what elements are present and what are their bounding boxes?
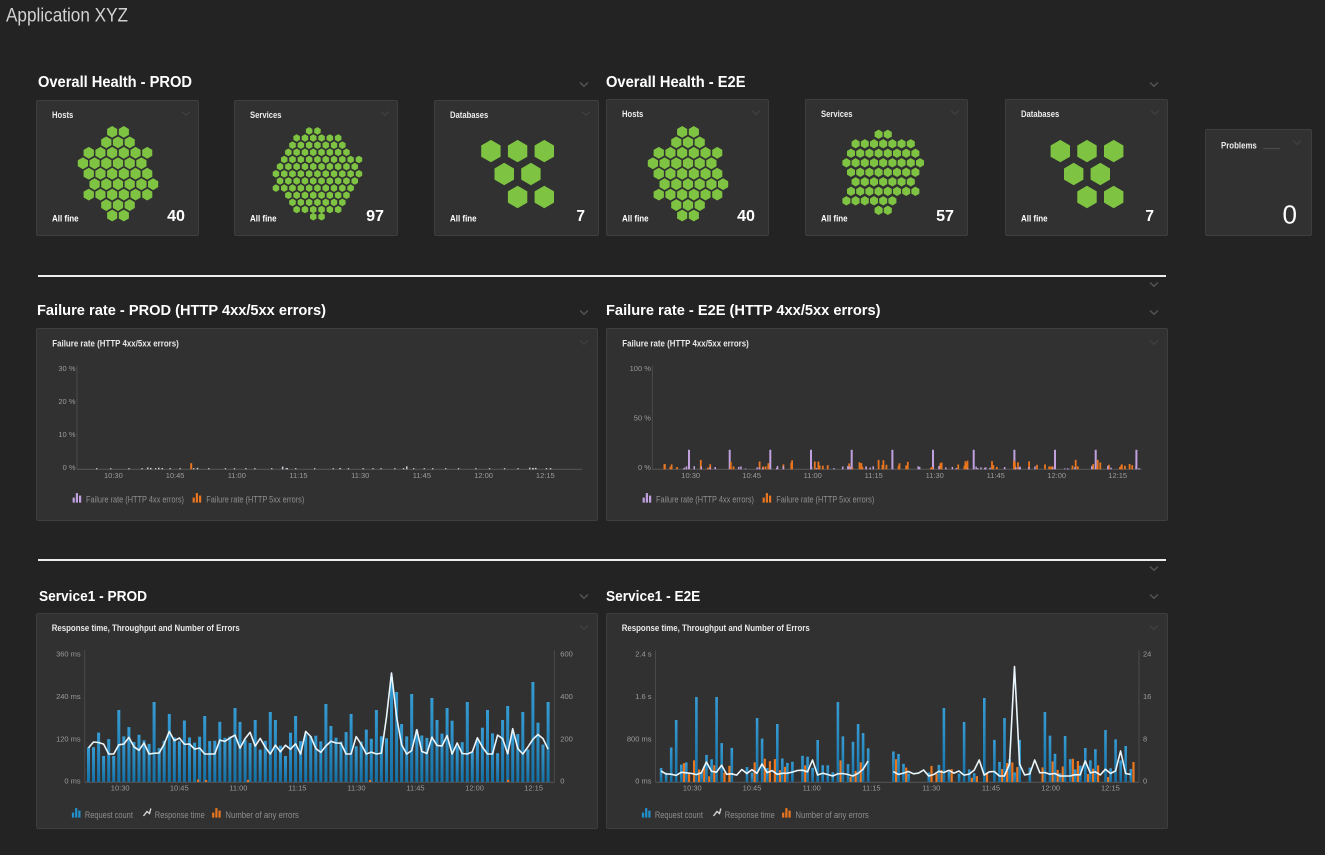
- svg-text:10:45: 10:45: [166, 471, 185, 480]
- svg-text:Response time: Response time: [155, 810, 205, 820]
- svg-text:12:00: 12:00: [1047, 471, 1066, 480]
- svg-text:12:15: 12:15: [1101, 784, 1120, 793]
- svg-text:0 %: 0 %: [63, 463, 76, 472]
- svg-text:240 ms: 240 ms: [56, 692, 81, 701]
- svg-text:Failure rate - E2E (HTTP 4xx/5: Failure rate - E2E (HTTP 4xx/5xx errors): [606, 302, 881, 319]
- svg-text:0 ms: 0 ms: [64, 777, 81, 786]
- svg-text:360 ms: 360 ms: [56, 650, 81, 659]
- svg-text:Application XYZ: Application XYZ: [6, 6, 128, 27]
- svg-text:All fine: All fine: [1021, 213, 1048, 224]
- svg-text:12:15: 12:15: [524, 784, 543, 793]
- svg-text:12:00: 12:00: [465, 784, 484, 793]
- svg-text:40: 40: [167, 208, 185, 225]
- svg-text:Failure rate (HTTP 4xx/5xx err: Failure rate (HTTP 4xx/5xx errors): [52, 338, 179, 348]
- svg-text:All fine: All fine: [821, 213, 848, 224]
- svg-text:Response time: Response time: [725, 810, 775, 820]
- svg-text:8: 8: [1143, 734, 1147, 743]
- svg-text:57: 57: [936, 208, 954, 225]
- svg-text:Service1 - PROD: Service1 - PROD: [39, 588, 147, 605]
- svg-text:12:15: 12:15: [536, 471, 555, 480]
- svg-text:11:15: 11:15: [288, 784, 306, 793]
- svg-text:11:30: 11:30: [926, 471, 944, 480]
- svg-text:0: 0: [560, 777, 564, 786]
- svg-text:Databases: Databases: [1021, 109, 1059, 119]
- svg-text:10:30: 10:30: [104, 471, 123, 480]
- svg-text:0: 0: [1143, 777, 1147, 786]
- svg-text:Number of any errors: Number of any errors: [225, 810, 299, 820]
- svg-text:10 %: 10 %: [58, 430, 75, 439]
- svg-text:97: 97: [366, 208, 384, 225]
- svg-text:1.6 s: 1.6 s: [635, 692, 652, 701]
- svg-text:All fine: All fine: [450, 213, 477, 224]
- svg-text:0: 0: [1283, 199, 1297, 229]
- svg-text:Hosts: Hosts: [622, 109, 643, 119]
- svg-text:12:00: 12:00: [474, 471, 493, 480]
- svg-text:Request count: Request count: [655, 810, 703, 820]
- svg-text:400: 400: [560, 692, 573, 701]
- svg-text:Databases: Databases: [450, 110, 488, 120]
- svg-text:Service1 - E2E: Service1 - E2E: [606, 588, 700, 605]
- svg-text:50 %: 50 %: [634, 413, 651, 422]
- svg-text:12:15: 12:15: [1108, 471, 1127, 480]
- svg-text:7: 7: [576, 208, 585, 225]
- svg-text:10:45: 10:45: [170, 784, 189, 793]
- svg-text:11:15: 11:15: [289, 471, 307, 480]
- svg-text:11:30: 11:30: [351, 471, 369, 480]
- svg-text:30 %: 30 %: [58, 364, 75, 373]
- svg-text:10:45: 10:45: [742, 471, 761, 480]
- svg-text:Problems: Problems: [1221, 140, 1257, 150]
- svg-text:Overall Health - E2E: Overall Health - E2E: [606, 74, 746, 91]
- svg-text:40: 40: [737, 208, 755, 225]
- svg-text:11:00: 11:00: [229, 784, 247, 793]
- svg-text:Number of any errors: Number of any errors: [795, 810, 869, 820]
- svg-text:Services: Services: [250, 110, 282, 120]
- svg-text:24: 24: [1143, 650, 1151, 659]
- svg-text:Response time, Throughput and: Response time, Throughput and Number of …: [52, 623, 240, 633]
- svg-text:Overall Health - PROD: Overall Health - PROD: [38, 74, 192, 91]
- svg-text:All fine: All fine: [250, 213, 277, 224]
- svg-text:0 %: 0 %: [638, 463, 651, 472]
- svg-text:11:30: 11:30: [347, 784, 365, 793]
- svg-text:Services: Services: [821, 109, 853, 119]
- svg-text:Failure rate (HTTP 5xx errors): Failure rate (HTTP 5xx errors): [206, 495, 304, 505]
- svg-text:All fine: All fine: [52, 213, 79, 224]
- svg-text:Response time, Throughput and: Response time, Throughput and Number of …: [622, 623, 810, 633]
- svg-text:11:45: 11:45: [406, 784, 424, 793]
- svg-text:7: 7: [1145, 208, 1154, 225]
- svg-text:10:30: 10:30: [683, 784, 702, 793]
- svg-text:12:00: 12:00: [1041, 784, 1060, 793]
- svg-text:2.4 s: 2.4 s: [635, 650, 652, 659]
- svg-text:11:30: 11:30: [922, 784, 940, 793]
- svg-text:10:30: 10:30: [681, 471, 700, 480]
- svg-text:200: 200: [560, 734, 573, 743]
- svg-text:Failure rate (HTTP 5xx errors): Failure rate (HTTP 5xx errors): [776, 495, 874, 505]
- svg-text:All fine: All fine: [622, 213, 649, 224]
- svg-text:10:30: 10:30: [111, 784, 130, 793]
- svg-text:Failure rate (HTTP 4xx errors): Failure rate (HTTP 4xx errors): [86, 495, 184, 505]
- svg-text:Failure rate (HTTP 4xx errors): Failure rate (HTTP 4xx errors): [656, 495, 754, 505]
- svg-text:0 ms: 0 ms: [635, 777, 652, 786]
- svg-text:11:45: 11:45: [982, 784, 1000, 793]
- svg-text:11:00: 11:00: [803, 784, 821, 793]
- svg-text:600: 600: [560, 650, 573, 659]
- svg-text:11:15: 11:15: [862, 784, 880, 793]
- svg-text:10:45: 10:45: [743, 784, 762, 793]
- svg-text:16: 16: [1143, 692, 1151, 701]
- svg-text:Hosts: Hosts: [52, 110, 73, 120]
- svg-text:120 ms: 120 ms: [56, 734, 81, 743]
- svg-text:11:15: 11:15: [865, 471, 883, 480]
- svg-text:11:45: 11:45: [413, 471, 431, 480]
- svg-text:20 %: 20 %: [58, 397, 75, 406]
- svg-text:800 ms: 800 ms: [627, 734, 652, 743]
- svg-text:Failure rate - PROD (HTTP 4xx/: Failure rate - PROD (HTTP 4xx/5xx errors…: [37, 302, 326, 319]
- svg-text:Request count: Request count: [85, 810, 133, 820]
- svg-text:11:00: 11:00: [804, 471, 822, 480]
- svg-text:Failure rate (HTTP 4xx/5xx err: Failure rate (HTTP 4xx/5xx errors): [622, 338, 749, 348]
- svg-text:11:00: 11:00: [228, 471, 246, 480]
- svg-text:11:45: 11:45: [987, 471, 1005, 480]
- svg-text:100 %: 100 %: [630, 364, 652, 373]
